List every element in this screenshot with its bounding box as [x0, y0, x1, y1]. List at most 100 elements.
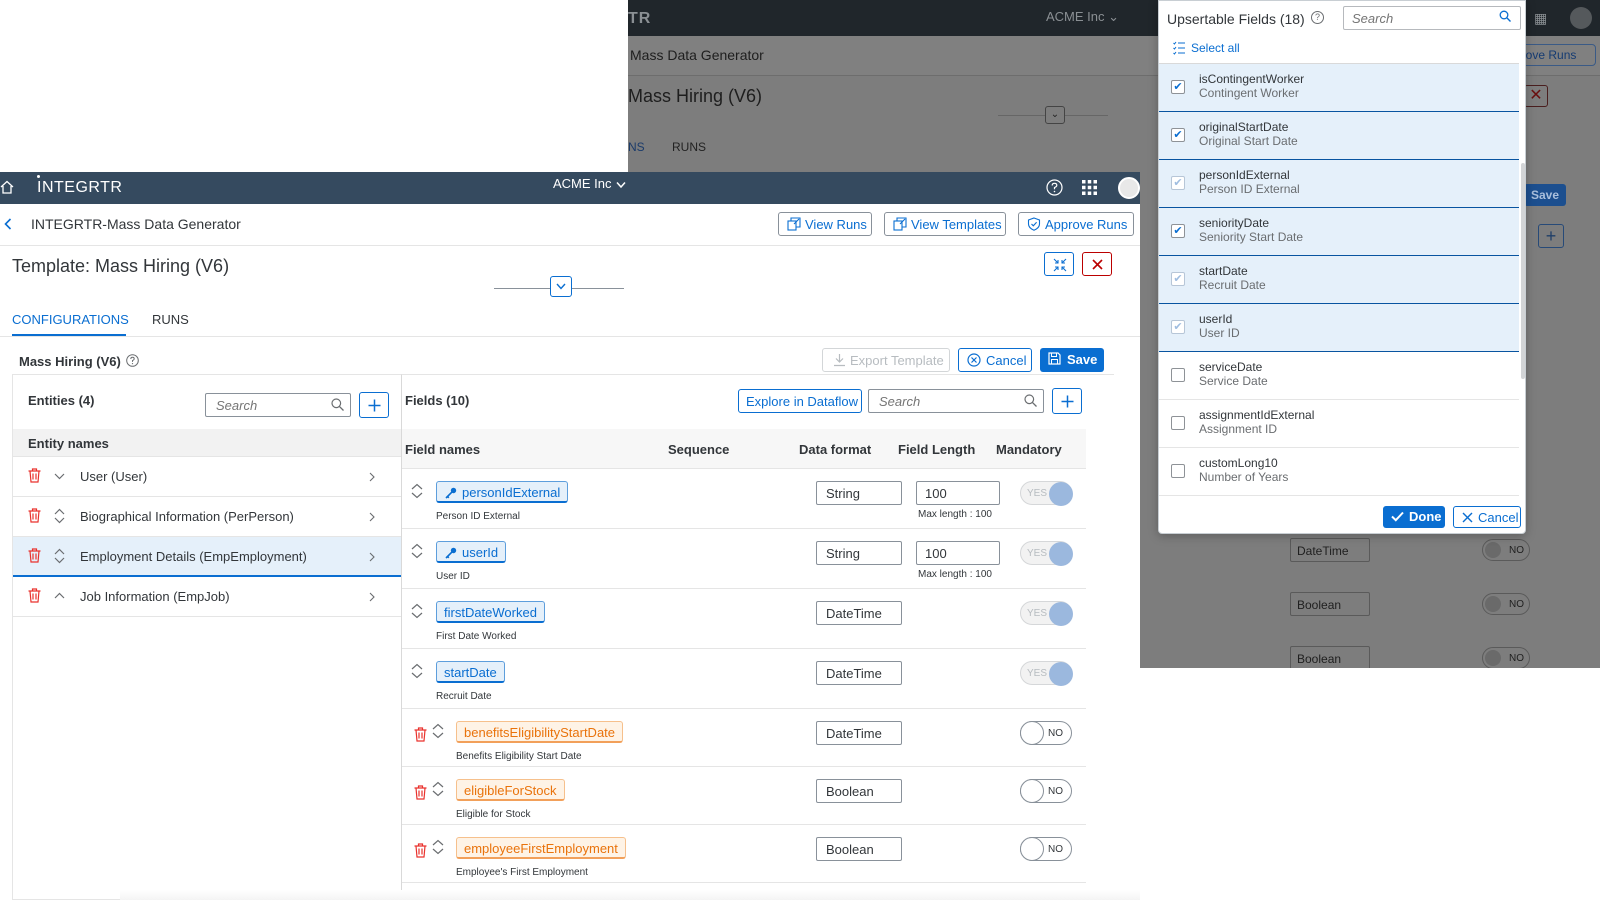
- sort-icon[interactable]: [432, 781, 444, 797]
- sort-icon[interactable]: [54, 508, 65, 524]
- mandatory-toggle[interactable]: NO: [1020, 721, 1072, 745]
- delete-icon[interactable]: [28, 588, 41, 603]
- field-chip[interactable]: personIdExternal: [436, 481, 569, 503]
- done-button[interactable]: Done: [1383, 506, 1445, 528]
- list-item[interactable]: ✔ personIdExternal Person ID External: [1159, 160, 1519, 208]
- search-icon[interactable]: [1024, 394, 1037, 407]
- data-format-field[interactable]: DateTime: [816, 721, 902, 745]
- help-icon[interactable]: [1046, 179, 1063, 196]
- mandatory-toggle[interactable]: NO: [1020, 837, 1072, 861]
- checkbox[interactable]: [1171, 416, 1185, 430]
- popover-search-input[interactable]: [1343, 6, 1521, 30]
- field-chip[interactable]: startDate: [436, 661, 505, 683]
- field-chip[interactable]: firstDateWorked: [436, 601, 545, 623]
- sort-icon[interactable]: [54, 548, 65, 564]
- data-format-field[interactable]: DateTime: [816, 601, 902, 625]
- checkbox[interactable]: ✔: [1171, 80, 1185, 94]
- mandatory-toggle[interactable]: YES: [1020, 601, 1073, 626]
- delete-icon[interactable]: [414, 843, 427, 858]
- delete-icon[interactable]: [28, 468, 41, 483]
- checkbox: ✔: [1171, 176, 1185, 190]
- export-template-button[interactable]: Export Template: [822, 348, 950, 372]
- sort-icon[interactable]: [411, 543, 423, 559]
- chevron-down-icon[interactable]: [54, 468, 65, 484]
- sort-icon[interactable]: [432, 839, 444, 855]
- field-chip[interactable]: benefitsEligibilityStartDate: [456, 721, 624, 743]
- list-item[interactable]: customLong10 Number of Years: [1159, 448, 1519, 496]
- field-length-input[interactable]: 100: [916, 541, 1000, 565]
- save-button[interactable]: Save: [1040, 348, 1104, 372]
- field-chip[interactable]: employeeFirstEmployment: [456, 837, 626, 859]
- list-item[interactable]: assignmentIdExternal Assignment ID: [1159, 400, 1519, 448]
- sort-icon[interactable]: [411, 663, 423, 679]
- add-field-button[interactable]: [1052, 388, 1082, 414]
- tab-configurations[interactable]: CONFIGURATIONS: [12, 312, 129, 327]
- delete-icon[interactable]: [414, 727, 427, 742]
- explore-in-dataflow-button[interactable]: Explore in Dataflow: [738, 389, 862, 413]
- data-format-field[interactable]: Boolean: [816, 779, 902, 803]
- back-icon[interactable]: [4, 218, 12, 230]
- field-chip[interactable]: userId: [436, 541, 507, 563]
- add-entity-button[interactable]: [359, 392, 389, 418]
- sort-icon[interactable]: [411, 483, 423, 499]
- delete-icon[interactable]: [414, 785, 427, 800]
- collapse-header-button[interactable]: [550, 276, 572, 297]
- field-length-input[interactable]: 100: [916, 481, 1000, 505]
- list-item[interactable]: ✔ startDate Recruit Date: [1159, 256, 1519, 304]
- app-grid-icon[interactable]: [1082, 180, 1097, 195]
- avatar[interactable]: [1118, 177, 1140, 199]
- chevron-up-icon[interactable]: [54, 588, 65, 604]
- entity-row[interactable]: Employment Details (EmpEmployment): [13, 537, 401, 577]
- chevron-down-icon[interactable]: [616, 181, 626, 189]
- data-format-field[interactable]: String: [816, 481, 902, 505]
- entity-row[interactable]: Biographical Information (PerPerson): [13, 497, 401, 537]
- checkbox[interactable]: ✔: [1171, 224, 1185, 238]
- mandatory-toggle[interactable]: YES: [1020, 541, 1073, 566]
- data-format-field[interactable]: String: [816, 541, 902, 565]
- tenant-selector[interactable]: ACME Inc: [553, 176, 612, 191]
- mandatory-toggle[interactable]: NO: [1020, 779, 1072, 803]
- search-icon[interactable]: [1499, 10, 1511, 22]
- exit-fullscreen-button[interactable]: [1044, 252, 1074, 276]
- view-runs-button[interactable]: View Runs: [778, 212, 872, 236]
- delete-icon[interactable]: [28, 508, 41, 523]
- fields-search-input[interactable]: [868, 389, 1044, 413]
- checkbox[interactable]: ✔: [1171, 128, 1185, 142]
- chevron-right-icon[interactable]: [369, 512, 375, 522]
- delete-icon[interactable]: [28, 548, 41, 563]
- chevron-right-icon[interactable]: [369, 592, 375, 602]
- app-title: INTEGRTR-Mass Data Generator: [31, 216, 241, 232]
- popover-cancel-button[interactable]: Cancel: [1453, 506, 1521, 528]
- checkbox[interactable]: [1171, 464, 1185, 478]
- view-templates-button[interactable]: View Templates: [884, 212, 1006, 236]
- chevron-right-icon[interactable]: [369, 552, 375, 562]
- list-item[interactable]: ✔ seniorityDate Seniority Start Date: [1159, 208, 1519, 256]
- field-chip[interactable]: eligibleForStock: [456, 779, 565, 801]
- list-item[interactable]: serviceDate Service Date: [1159, 352, 1519, 400]
- list-item[interactable]: ✔ originalStartDate Original Start Date: [1159, 112, 1519, 160]
- data-format-field[interactable]: DateTime: [816, 661, 902, 685]
- sort-icon[interactable]: [411, 603, 423, 619]
- help-icon[interactable]: ?: [1311, 11, 1324, 24]
- entity-row[interactable]: User (User): [13, 457, 401, 497]
- cancel-button[interactable]: Cancel: [958, 348, 1032, 372]
- mandatory-toggle[interactable]: YES: [1020, 661, 1073, 686]
- home-icon[interactable]: [0, 180, 14, 194]
- close-button[interactable]: [1082, 252, 1112, 276]
- field-name: seniorityDate: [1199, 216, 1270, 230]
- mandatory-toggle[interactable]: YES: [1020, 481, 1073, 506]
- app-logo[interactable]: INTEGRTR: [37, 179, 122, 197]
- list-item[interactable]: ✔ isContingentWorker Contingent Worker: [1159, 64, 1519, 112]
- approve-runs-button[interactable]: Approve Runs: [1018, 212, 1134, 236]
- popover-scrollbar[interactable]: [1521, 163, 1525, 379]
- entity-row[interactable]: Job Information (EmpJob): [13, 577, 401, 617]
- data-format-field[interactable]: Boolean: [816, 837, 902, 861]
- checkbox[interactable]: [1171, 368, 1185, 382]
- sort-icon[interactable]: [432, 723, 444, 739]
- search-icon[interactable]: [331, 398, 344, 411]
- tab-runs[interactable]: RUNS: [152, 312, 189, 327]
- help-icon[interactable]: [126, 354, 139, 367]
- chevron-right-icon[interactable]: [369, 472, 375, 482]
- list-item[interactable]: ✔ userId User ID: [1159, 304, 1519, 352]
- entities-search-input[interactable]: [205, 393, 351, 417]
